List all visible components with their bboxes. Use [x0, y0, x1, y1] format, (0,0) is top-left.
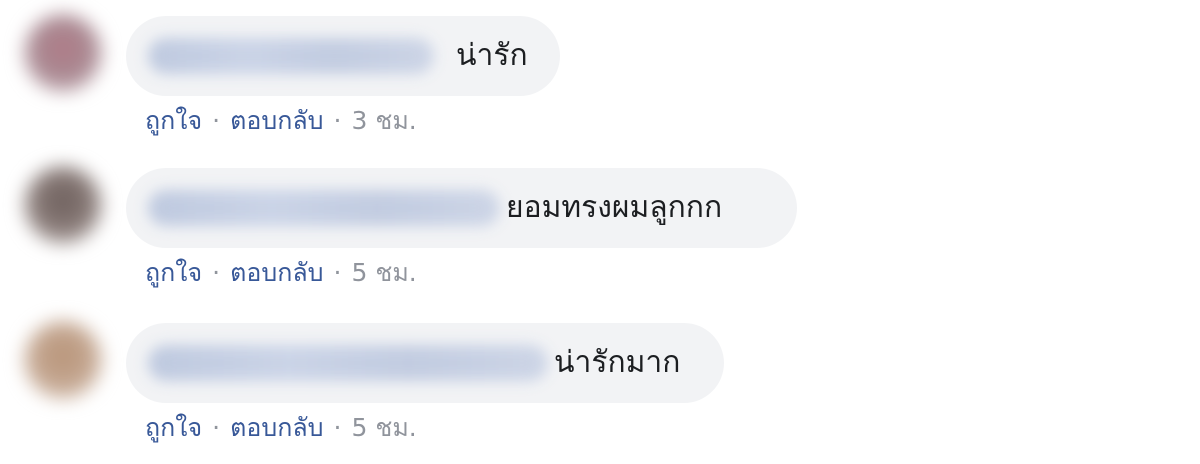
reply-link[interactable]: ตอบกลับ	[230, 413, 323, 442]
author-name-blurred[interactable]	[148, 345, 548, 381]
comment-text: ยอมทรงผมลูกกก	[506, 190, 723, 225]
reply-link[interactable]: ตอบกลับ	[230, 258, 323, 287]
comment-item: น่ารัก ถูกใจ · ตอบกลับ · 3 ชม.	[0, 0, 1200, 150]
comment-item: น่ารักมาก ถูกใจ · ตอบกลับ · 5 ชม.	[0, 307, 1200, 457]
timestamp[interactable]: 5 ชม.	[352, 413, 417, 442]
avatar[interactable]	[24, 14, 102, 92]
like-link[interactable]: ถูกใจ	[145, 258, 202, 287]
comment-item: ยอมทรงผมลูกกก ถูกใจ · ตอบกลับ · 5 ชม.	[0, 152, 1200, 302]
separator: ·	[333, 106, 342, 135]
comment-text: น่ารักมาก	[554, 345, 681, 380]
comment-actions: ถูกใจ · ตอบกลับ · 5 ชม.	[145, 256, 417, 290]
comment-bubble: น่ารัก	[126, 16, 560, 96]
separator: ·	[212, 106, 221, 135]
author-name-blurred[interactable]	[148, 38, 434, 74]
separator: ·	[212, 413, 221, 442]
timestamp[interactable]: 3 ชม.	[352, 106, 417, 135]
author-name-blurred[interactable]	[148, 190, 500, 226]
separator: ·	[333, 413, 342, 442]
comment-bubble: น่ารักมาก	[126, 323, 724, 403]
comment-text: น่ารัก	[456, 38, 528, 73]
separator: ·	[333, 258, 342, 287]
separator: ·	[212, 258, 221, 287]
avatar[interactable]	[24, 166, 102, 244]
timestamp[interactable]: 5 ชม.	[352, 258, 417, 287]
comment-actions: ถูกใจ · ตอบกลับ · 5 ชม.	[145, 411, 417, 445]
comment-actions: ถูกใจ · ตอบกลับ · 3 ชม.	[145, 104, 417, 138]
avatar[interactable]	[24, 321, 102, 399]
like-link[interactable]: ถูกใจ	[145, 106, 202, 135]
comment-bubble: ยอมทรงผมลูกกก	[126, 168, 797, 248]
reply-link[interactable]: ตอบกลับ	[230, 106, 323, 135]
like-link[interactable]: ถูกใจ	[145, 413, 202, 442]
